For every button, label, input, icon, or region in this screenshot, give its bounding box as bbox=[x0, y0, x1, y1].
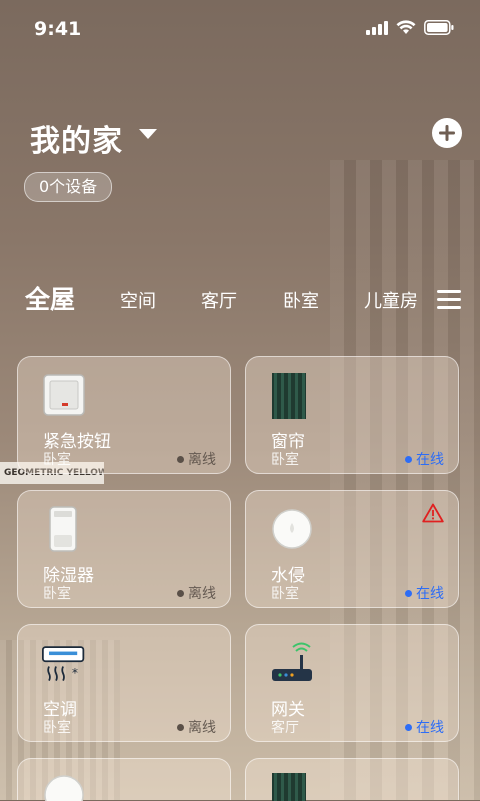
device-card-curtain[interactable]: 窗帘 卧室 在线 bbox=[245, 356, 459, 474]
room-tabs: 全屋 空间 客厅 卧室 儿童房 bbox=[0, 282, 480, 322]
tab-bedroom[interactable]: 卧室 bbox=[283, 282, 319, 322]
dehumidifier-icon bbox=[49, 506, 77, 552]
gateway-router-icon bbox=[272, 642, 312, 681]
device-card-water-leak[interactable]: 水侵 卧室 在线 bbox=[245, 490, 459, 608]
device-card-gateway[interactable]: 网关 客厅 在线 bbox=[245, 624, 459, 742]
svg-text:*: * bbox=[72, 666, 78, 680]
curtain-icon bbox=[272, 373, 306, 419]
air-conditioner-icon: * bbox=[42, 646, 85, 681]
signal-icon bbox=[366, 20, 388, 35]
status-badge: 离线 bbox=[177, 717, 216, 737]
tab-kids-room[interactable]: 儿童房 bbox=[364, 282, 418, 322]
device-count-badge: 0个设备 bbox=[24, 172, 113, 202]
emergency-button-icon bbox=[43, 374, 85, 416]
status-time: 9:41 bbox=[34, 18, 82, 40]
device-room: 卧室 bbox=[43, 586, 71, 602]
status-dot-icon bbox=[177, 723, 184, 731]
status-dot-icon bbox=[177, 589, 184, 597]
status-text: 离线 bbox=[188, 720, 216, 736]
sensor-icon bbox=[44, 775, 84, 801]
device-room: 卧室 bbox=[271, 452, 299, 468]
tab-whole-house[interactable]: 全屋 bbox=[25, 280, 75, 320]
add-button[interactable] bbox=[432, 118, 462, 148]
battery-icon bbox=[424, 20, 454, 35]
status-dot-icon bbox=[177, 455, 184, 463]
curtain-icon bbox=[272, 773, 306, 801]
chevron-down-icon[interactable] bbox=[138, 128, 158, 140]
status-badge: 离线 bbox=[177, 583, 216, 603]
device-room: 卧室 bbox=[271, 586, 299, 602]
status-dot-icon bbox=[405, 723, 412, 731]
status-badge: 离线 bbox=[177, 449, 216, 469]
device-card-partial[interactable] bbox=[17, 758, 231, 801]
device-card-air-conditioner[interactable]: * 空调 卧室 离线 bbox=[17, 624, 231, 742]
home-selector-title[interactable]: 我的家 bbox=[30, 116, 123, 160]
status-bar: 9:41 bbox=[0, 0, 480, 56]
status-badge: 在线 bbox=[405, 717, 444, 737]
status-text: 离线 bbox=[188, 586, 216, 602]
device-room: 客厅 bbox=[271, 720, 299, 736]
status-badge: 在线 bbox=[405, 449, 444, 469]
plus-icon bbox=[439, 125, 455, 141]
water-leak-sensor-icon bbox=[272, 509, 312, 549]
device-room: 卧室 bbox=[43, 452, 71, 468]
tab-space[interactable]: 空间 bbox=[120, 282, 156, 322]
status-icons bbox=[366, 20, 454, 35]
status-dot-icon bbox=[405, 455, 412, 463]
status-dot-icon bbox=[405, 589, 412, 597]
status-text: 离线 bbox=[188, 452, 216, 468]
device-card-emergency-button[interactable]: 紧急按钮 卧室 离线 bbox=[17, 356, 231, 474]
device-card-dehumidifier[interactable]: 除湿器 卧室 离线 bbox=[17, 490, 231, 608]
device-room: 卧室 bbox=[43, 720, 71, 736]
status-badge: 在线 bbox=[405, 583, 444, 603]
menu-icon[interactable] bbox=[437, 290, 461, 312]
status-text: 在线 bbox=[416, 586, 444, 602]
warning-icon bbox=[422, 503, 444, 523]
status-text: 在线 bbox=[416, 452, 444, 468]
status-text: 在线 bbox=[416, 720, 444, 736]
wifi-icon bbox=[396, 20, 416, 34]
tab-living-room[interactable]: 客厅 bbox=[201, 282, 237, 322]
device-card-partial[interactable] bbox=[245, 758, 459, 801]
